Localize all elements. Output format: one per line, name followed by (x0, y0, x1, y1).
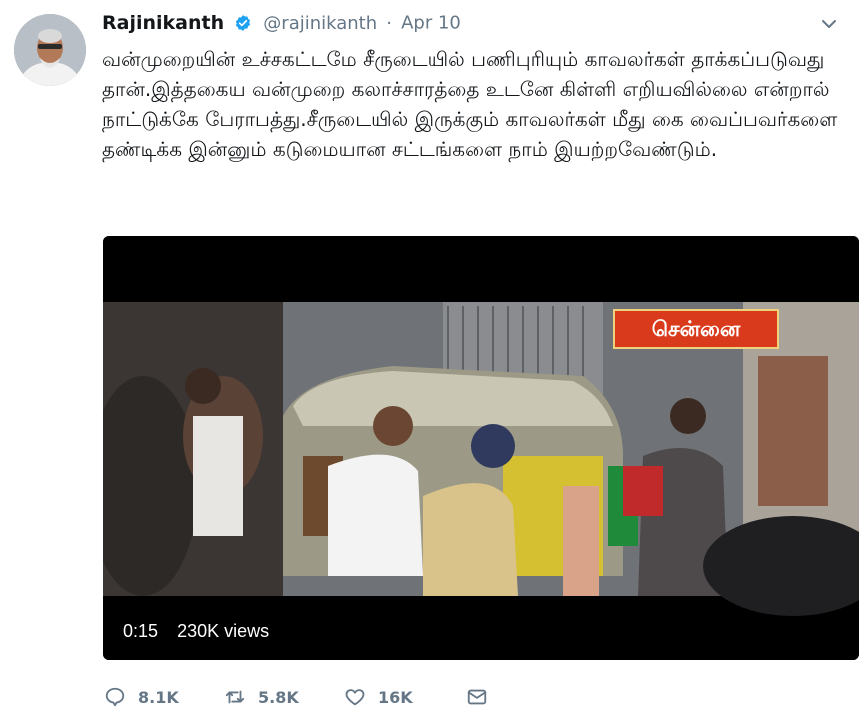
tweet-date[interactable]: Apr 10 (401, 13, 461, 34)
video-views: 230K views (177, 621, 270, 641)
author-handle[interactable]: @rajinikanth (263, 13, 377, 34)
video-meta: 0:15 230K views (123, 621, 283, 642)
like-count: 16K (378, 687, 413, 707)
video-player[interactable]: சென்னை 0:15 230K views (103, 236, 859, 660)
retweet-button[interactable]: 5.8K (224, 683, 299, 711)
chevron-down-icon[interactable] (819, 14, 839, 34)
verified-badge-icon (236, 15, 251, 31)
profile-photo (14, 14, 86, 86)
avatar[interactable] (14, 14, 86, 86)
tweet-header: Rajinikanth @rajinikanth · Apr 10 (102, 12, 839, 40)
direct-message-button[interactable] (466, 683, 488, 711)
heart-icon (345, 689, 365, 706)
reply-icon (105, 687, 125, 707)
retweet-count: 5.8K (258, 687, 299, 707)
reply-count: 8.1K (138, 687, 179, 707)
header-separator: · (386, 12, 392, 34)
video-time: 0:15 (123, 621, 159, 641)
location-tag: சென்னை (613, 309, 779, 349)
retweet-icon (225, 690, 245, 704)
reply-button[interactable]: 8.1K (104, 683, 179, 711)
like-button[interactable]: 16K (344, 683, 413, 711)
video-frame (103, 236, 859, 660)
author-name[interactable]: Rajinikanth (102, 12, 224, 34)
envelope-icon (467, 689, 487, 705)
tweet-text: வன்முறையின் உச்சகட்டமே சீருடையில் பணிபுர… (102, 47, 844, 161)
